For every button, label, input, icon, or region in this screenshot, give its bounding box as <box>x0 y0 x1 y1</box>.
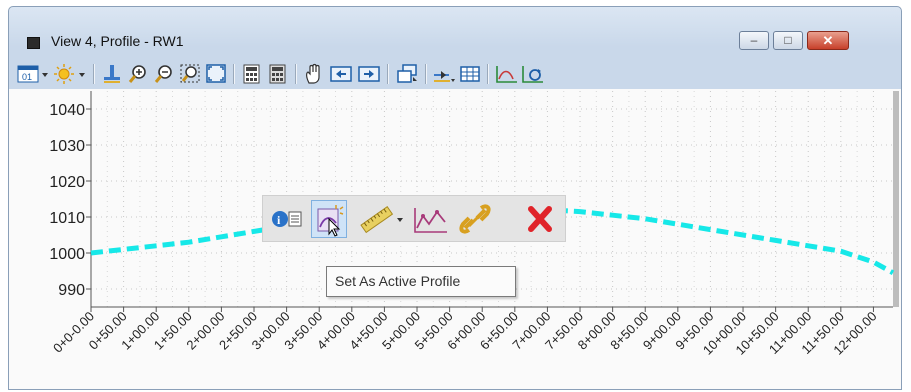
previous-view-icon[interactable] <box>329 63 353 85</box>
profile-tools-icon[interactable] <box>411 200 451 238</box>
title-bar[interactable]: View 4, Profile - RW1 – □ ✕ <box>9 7 901 57</box>
y-tick-label: 1040 <box>49 102 85 119</box>
view-display-icon[interactable] <box>267 63 289 85</box>
y-tick-label: 1000 <box>49 246 85 263</box>
minimize-icon: – <box>750 33 758 47</box>
view-toolbar: 01 <box>13 59 893 89</box>
close-icon: ✕ <box>822 33 834 48</box>
close-button[interactable]: ✕ <box>807 31 849 50</box>
clip-volume-icon[interactable] <box>431 63 457 85</box>
window-menu-icon[interactable] <box>27 37 40 49</box>
window-title: View 4, Profile - RW1 <box>51 33 184 49</box>
toolbar-separator <box>93 64 95 84</box>
update-view-icon[interactable] <box>241 63 263 85</box>
grid-icon[interactable] <box>459 63 481 85</box>
maximize-icon: □ <box>784 33 792 47</box>
view-attributes-icon[interactable]: 01 <box>17 63 51 85</box>
window-area-icon[interactable] <box>179 63 201 85</box>
profile-exaggeration-icon[interactable] <box>495 63 519 85</box>
y-tick-label: 990 <box>58 282 85 299</box>
toolbar-separator <box>387 64 389 84</box>
refresh-profile-icon[interactable] <box>521 63 545 85</box>
right-edge-scrollbar <box>893 91 899 307</box>
x-tick-label: 0+0-0.00 <box>50 309 97 356</box>
zoom-in-icon[interactable] <box>127 63 149 85</box>
context-toolbar: i <box>262 195 566 242</box>
fit-view-icon[interactable] <box>205 63 227 85</box>
minimize-button[interactable]: – <box>739 31 769 50</box>
link-icon[interactable] <box>455 200 495 238</box>
zoom-out-icon[interactable] <box>153 63 175 85</box>
y-tick-label: 1010 <box>49 210 85 227</box>
set-active-profile-icon[interactable] <box>311 200 347 238</box>
next-view-icon[interactable] <box>357 63 381 85</box>
y-tick-label: 1030 <box>49 138 85 155</box>
y-tick-label: 1020 <box>49 174 85 191</box>
toolbar-separator <box>295 64 297 84</box>
rotate-view-icon[interactable] <box>101 63 123 85</box>
tooltip: Set As Active Profile <box>326 266 516 297</box>
measure-icon[interactable] <box>359 200 405 238</box>
toolbar-separator <box>487 64 489 84</box>
maximize-button[interactable]: □ <box>773 31 803 50</box>
element-info-icon[interactable]: i <box>269 200 305 238</box>
pan-icon[interactable] <box>303 63 325 85</box>
copy-view-icon[interactable] <box>395 63 419 85</box>
toolbar-separator <box>425 64 427 84</box>
lighting-icon[interactable] <box>53 63 89 85</box>
svg-text:01: 01 <box>22 72 32 82</box>
delete-icon[interactable] <box>521 200 561 238</box>
toolbar-separator <box>233 64 235 84</box>
